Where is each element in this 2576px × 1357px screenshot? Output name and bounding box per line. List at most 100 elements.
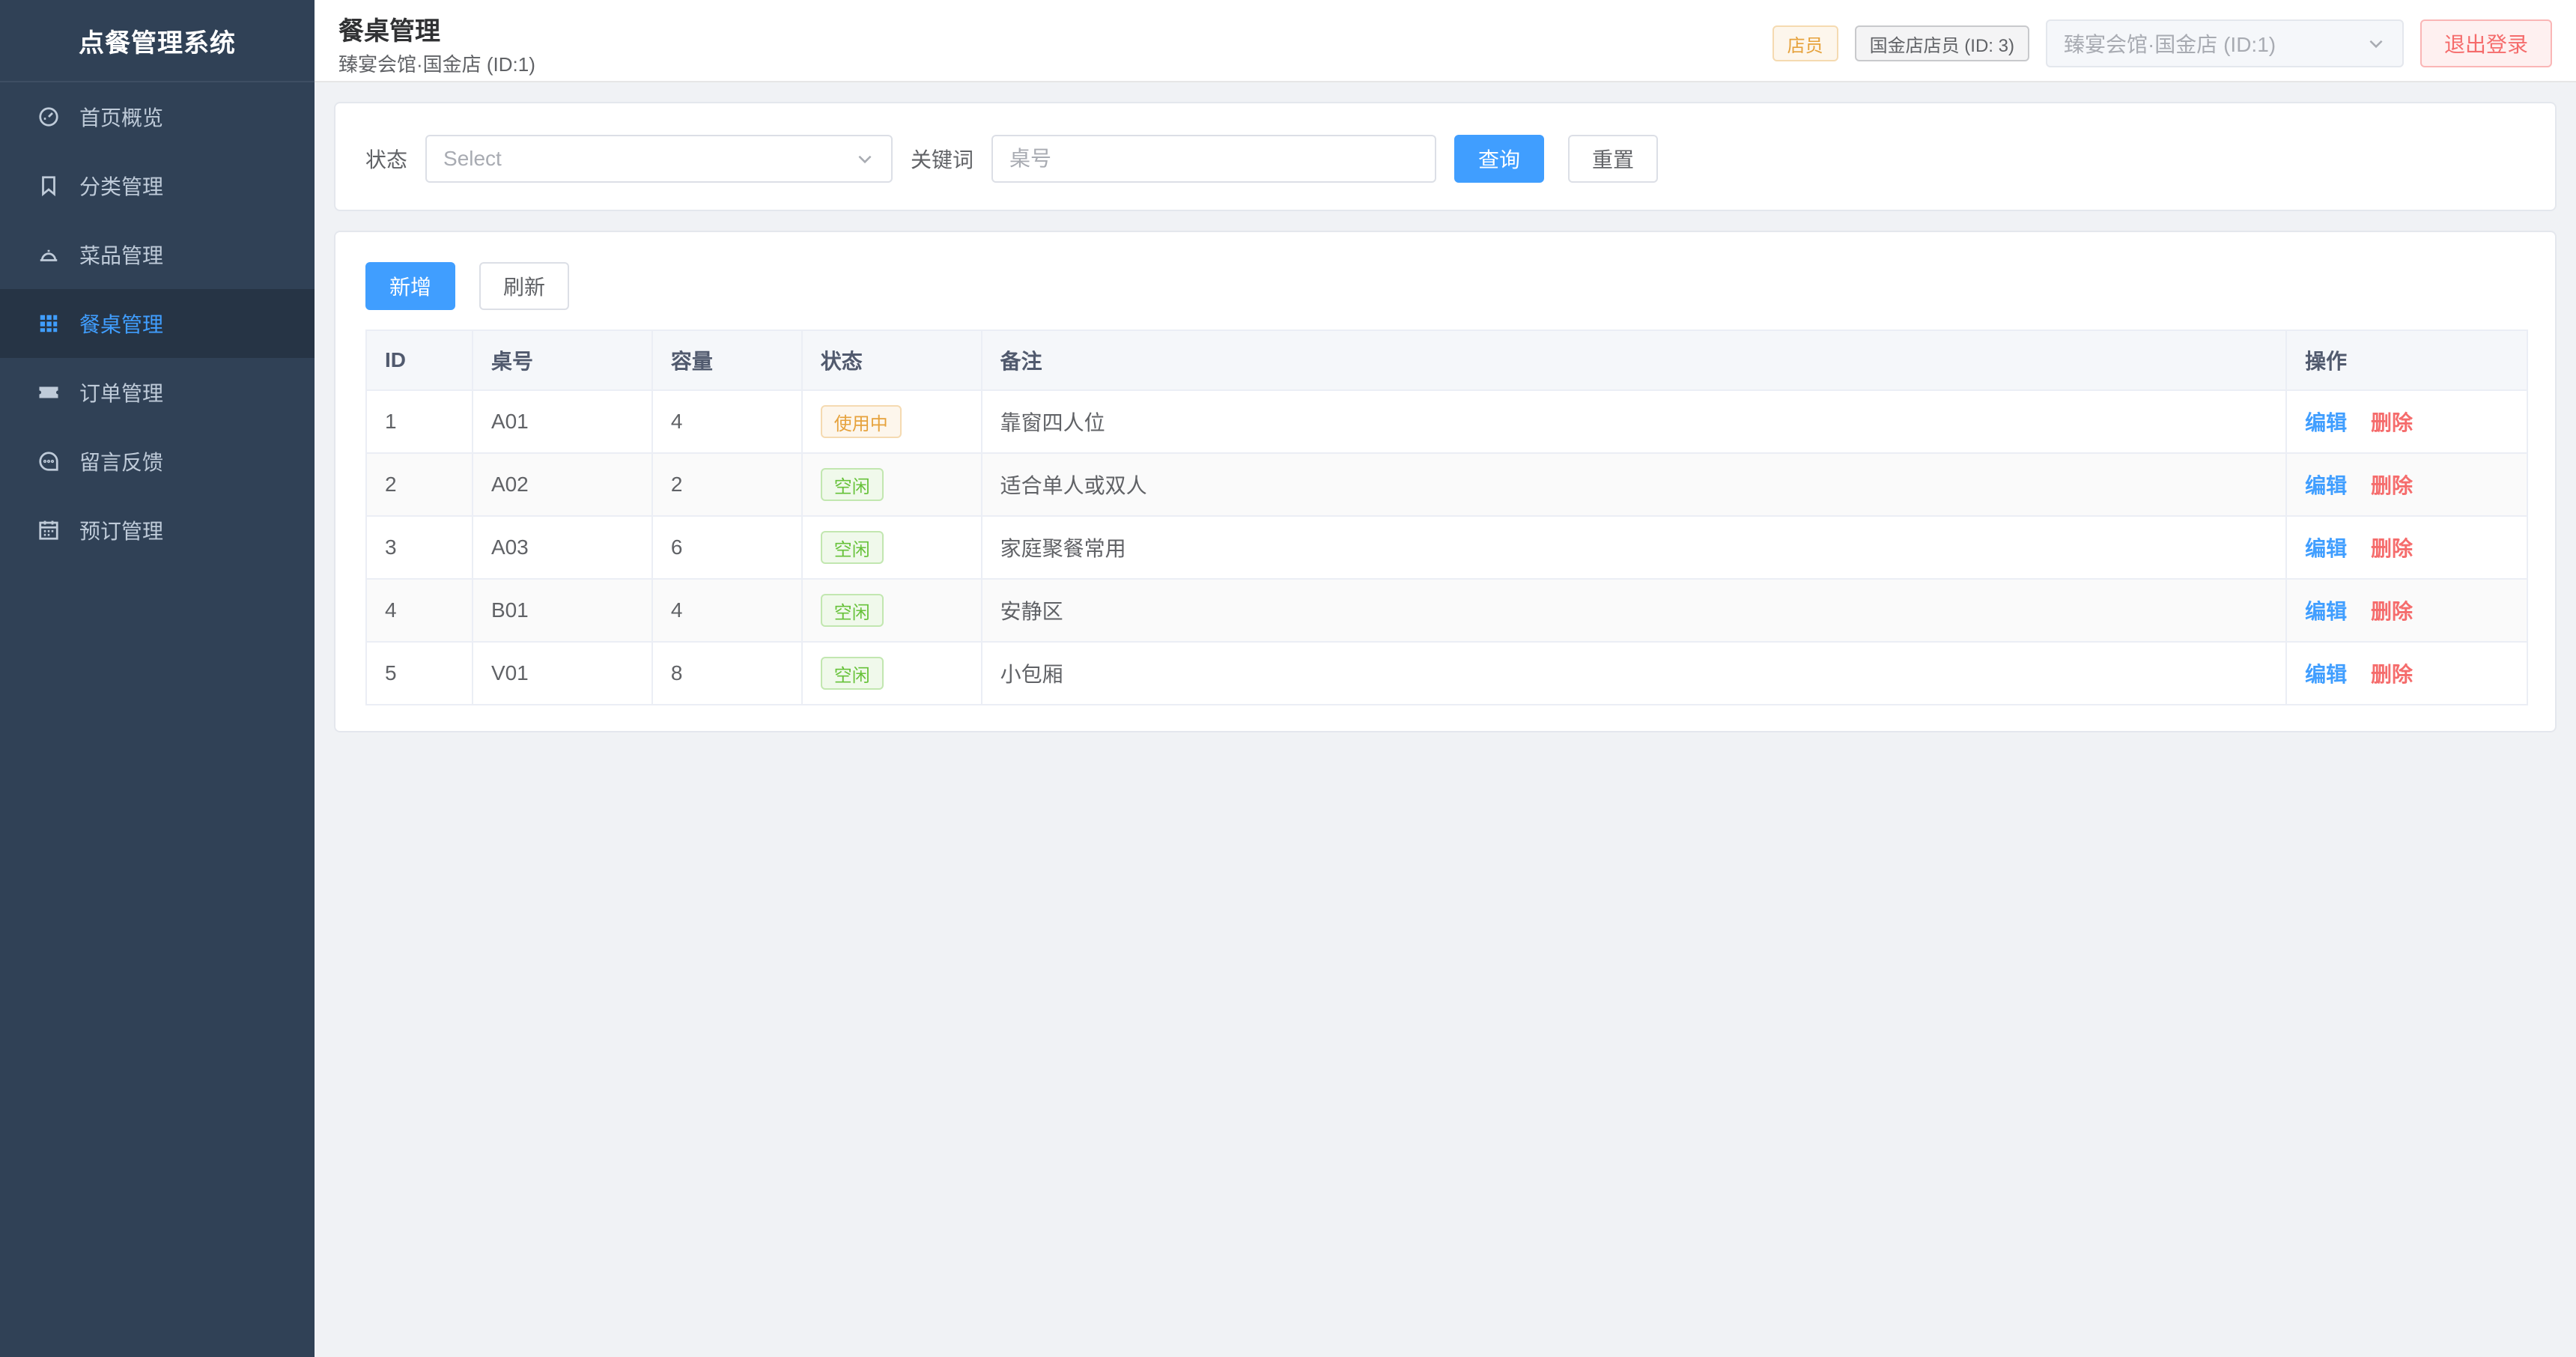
cell-remark: 家庭聚餐常用 [981,516,2288,580]
cell-code: B01 [472,579,653,643]
table-row: 2 A02 2 空闲 适合单人或双人 编辑 删除 [366,453,2528,517]
store-select[interactable]: 臻宴会馆·国金店 (ID:1) [2045,19,2404,67]
cell-id: 3 [366,516,473,580]
column-header: ID [366,330,473,391]
cell-status: 使用中 [801,390,982,454]
cell-actions: 编辑 删除 [2286,390,2528,454]
chevron-down-icon [2369,40,2383,49]
status-filter-label: 状态 [365,148,408,171]
cell-status: 空闲 [801,453,982,517]
cell-actions: 编辑 删除 [2286,579,2528,643]
cell-id: 4 [366,579,473,643]
filter-panel: 状态 Select 关键词 查询 重置 [334,102,2557,211]
cell-code: A02 [472,453,653,517]
edit-link[interactable]: 编辑 [2305,537,2347,560]
cell-id: 1 [366,390,473,454]
sidebar-item-dishes[interactable]: 菜品管理 [0,220,315,289]
calendar-icon [37,519,60,541]
status-badge: 使用中 [820,405,902,438]
sidebar: 点餐管理系统 首页概览 分类管理 菜品管理 餐桌管理 订单管理 留言反馈 预订管… [0,0,315,1357]
status-badge: 空闲 [820,531,884,564]
status-select-placeholder: Select [443,147,502,170]
tables-table: ID 桌号 容量 状态 备注 操作 1 A01 4 使用中 靠窗四人位 编辑 删… [365,330,2528,705]
user-badge: 国金店店员 (ID: 3) [1854,25,2029,61]
table-row: 3 A03 6 空闲 家庭聚餐常用 编辑 删除 [366,516,2528,580]
cell-actions: 编辑 删除 [2286,453,2528,517]
sidebar-item-orders[interactable]: 订单管理 [0,358,315,427]
filter-row: 状态 Select 关键词 查询 重置 [365,135,1659,183]
store-subtitle: 臻宴会馆·国金店 (ID:1) [338,53,535,76]
sidebar-item-label: 菜品管理 [79,244,164,267]
cell-code: A03 [472,516,653,580]
chevron-down-icon [858,155,872,164]
cell-capacity: 4 [651,390,803,454]
dashboard-icon [37,106,60,128]
sidebar-item-label: 留言反馈 [79,451,164,474]
sidebar-item-reservations[interactable]: 预订管理 [0,496,315,565]
cell-status: 空闲 [801,642,982,705]
add-button[interactable]: 新增 [365,262,456,310]
delete-link[interactable]: 删除 [2371,663,2413,686]
edit-link[interactable]: 编辑 [2305,411,2347,434]
cell-actions: 编辑 删除 [2286,642,2528,705]
cell-remark: 靠窗四人位 [981,390,2288,454]
reset-button[interactable]: 重置 [1568,135,1659,183]
table-toolbar: 新增 刷新 [365,262,570,310]
status-badge: 空闲 [820,468,884,501]
cell-status: 空闲 [801,516,982,580]
delete-link[interactable]: 删除 [2371,474,2413,497]
table-panel: 新增 刷新 ID 桌号 容量 状态 备注 操作 1 A01 4 使用中 靠窗四人… [334,231,2557,732]
sidebar-item-tables[interactable]: 餐桌管理 [0,289,315,358]
ticket-icon [37,381,60,404]
cell-capacity: 6 [651,516,803,580]
sidebar-menu: 首页概览 分类管理 菜品管理 餐桌管理 订单管理 留言反馈 预订管理 [0,82,315,565]
sidebar-item-label: 预订管理 [79,520,164,543]
table-row: 1 A01 4 使用中 靠窗四人位 编辑 删除 [366,390,2528,454]
cell-capacity: 4 [651,579,803,643]
refresh-button[interactable]: 刷新 [479,262,570,310]
role-badge: 店员 [1772,25,1838,61]
sidebar-item-category[interactable]: 分类管理 [0,151,315,220]
chat-icon [37,450,60,473]
app-title: 点餐管理系统 [0,0,315,82]
cell-id: 5 [366,642,473,705]
cell-capacity: 2 [651,453,803,517]
cell-remark: 适合单人或双人 [981,453,2288,517]
bookmark-icon [37,174,60,197]
top-header: 餐桌管理 臻宴会馆·国金店 (ID:1) 店员 国金店店员 (ID: 3) 臻宴… [315,0,2576,82]
status-badge: 空闲 [820,594,884,627]
cell-remark: 小包厢 [981,642,2288,705]
cell-remark: 安静区 [981,579,2288,643]
sidebar-item-dashboard[interactable]: 首页概览 [0,82,315,151]
logout-button[interactable]: 退出登录 [2419,19,2552,67]
keyword-input[interactable] [991,135,1437,183]
sidebar-item-feedback[interactable]: 留言反馈 [0,427,315,496]
column-header: 桌号 [472,330,653,391]
table-header-row: ID 桌号 容量 状态 备注 操作 [366,330,2528,391]
delete-link[interactable]: 删除 [2371,600,2413,623]
store-select-value: 臻宴会馆·国金店 (ID:1) [2063,33,2276,56]
sidebar-item-label: 分类管理 [79,175,164,198]
sidebar-item-label: 订单管理 [79,382,164,405]
edit-link[interactable]: 编辑 [2305,474,2347,497]
cell-id: 2 [366,453,473,517]
dish-icon [37,243,60,266]
delete-link[interactable]: 删除 [2371,411,2413,434]
grid-icon [37,312,60,335]
column-header: 状态 [801,330,982,391]
column-header: 备注 [981,330,2288,391]
edit-link[interactable]: 编辑 [2305,600,2347,623]
column-header: 操作 [2286,330,2528,391]
column-header: 容量 [651,330,803,391]
page-title: 餐桌管理 [338,17,440,46]
edit-link[interactable]: 编辑 [2305,663,2347,686]
header-actions: 店员 国金店店员 (ID: 3) 臻宴会馆·国金店 (ID:1) 退出登录 [1772,19,2552,67]
sidebar-item-label: 首页概览 [79,106,164,130]
table-row: 5 V01 8 空闲 小包厢 编辑 删除 [366,642,2528,705]
status-select[interactable]: Select [425,135,893,183]
status-badge: 空闲 [820,657,884,690]
cell-actions: 编辑 删除 [2286,516,2528,580]
cell-status: 空闲 [801,579,982,643]
delete-link[interactable]: 删除 [2371,537,2413,560]
query-button[interactable]: 查询 [1454,135,1545,183]
